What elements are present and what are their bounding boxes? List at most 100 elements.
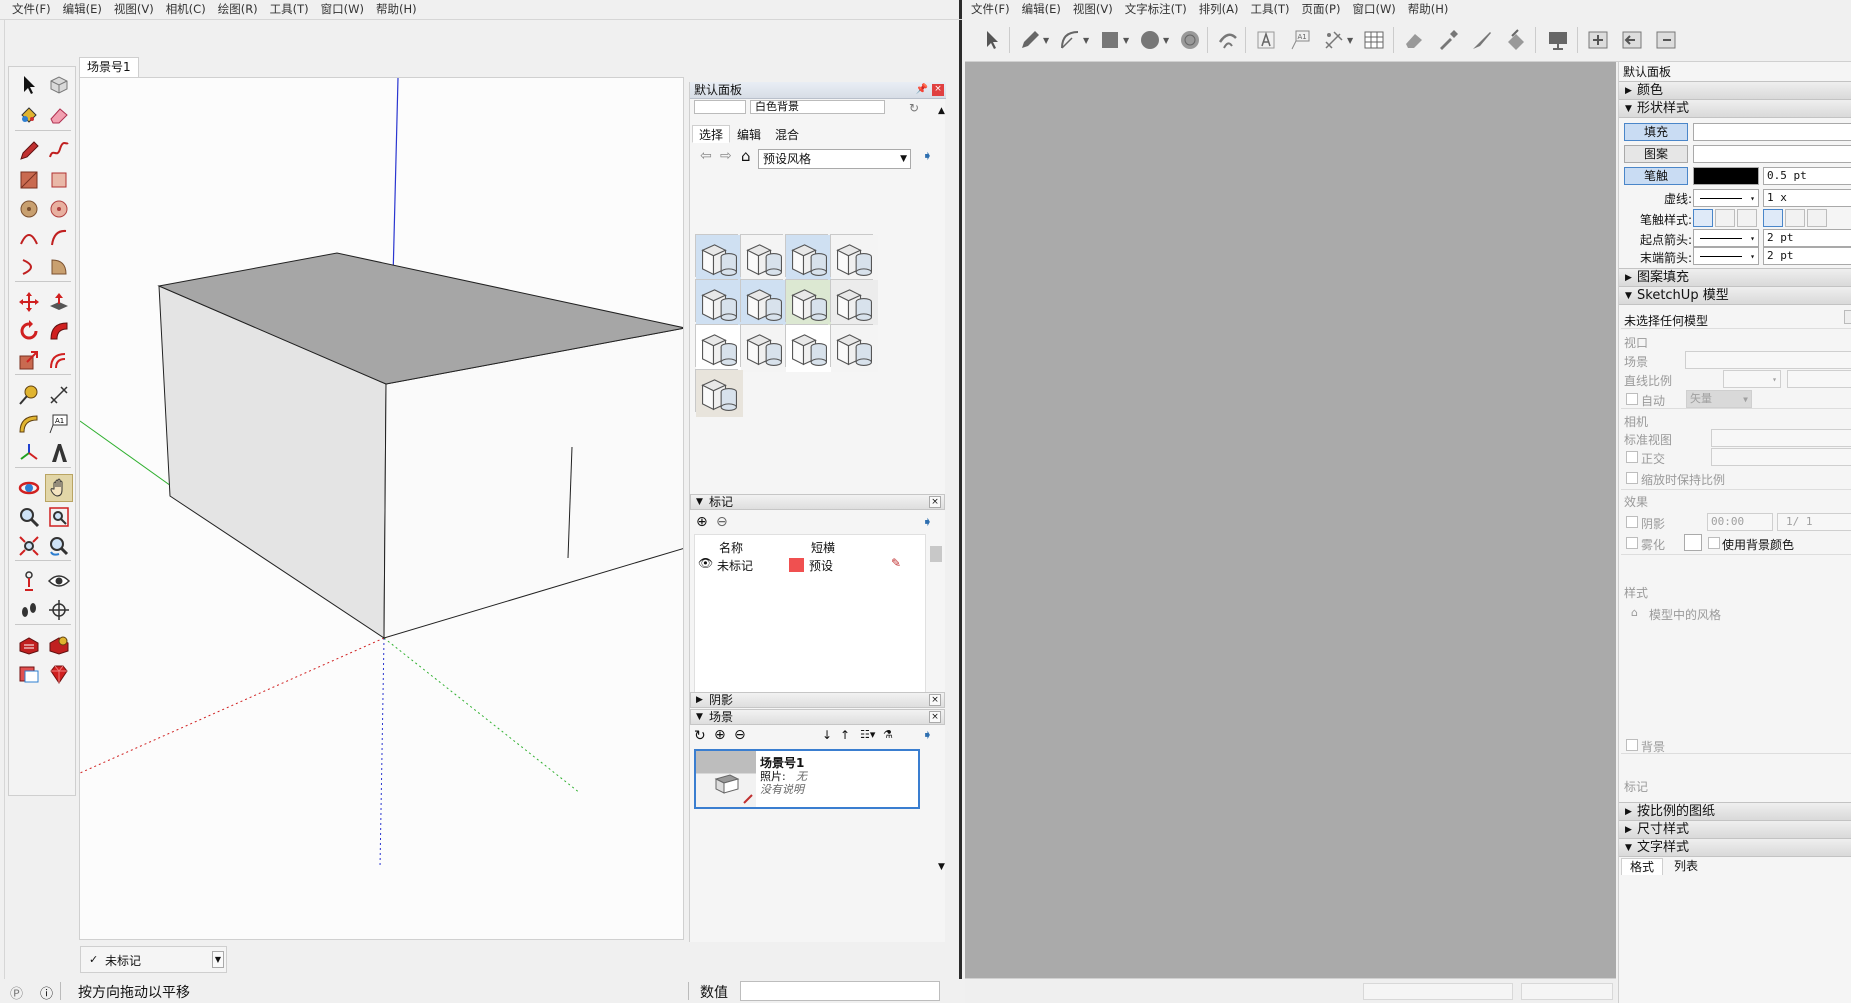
style-thumbnail[interactable] (830, 279, 878, 327)
polygon-tool-button[interactable] (1177, 27, 1203, 53)
tab-format[interactable]: 格式 (1621, 858, 1663, 875)
menu-window[interactable]: 窗口(W) (1346, 1, 1401, 17)
use-bg-color-checkbox[interactable] (1708, 537, 1720, 549)
label-tool-button[interactable]: A1 (1287, 27, 1313, 53)
cap-style-square-button[interactable] (1737, 209, 1757, 227)
scale-select[interactable] (1711, 448, 1851, 466)
scene-item[interactable]: 场景号1 照片: 无 没有说明 (694, 749, 920, 809)
start-arrow-size-field[interactable]: 2 pt (1763, 229, 1851, 247)
shadows-checkbox[interactable] (1626, 516, 1638, 528)
offset-tool-button[interactable] (1215, 27, 1241, 53)
standard-view-select[interactable] (1711, 429, 1851, 447)
previous-page-button[interactable] (1619, 27, 1645, 53)
home-icon[interactable]: ⌂ (741, 147, 751, 165)
section-plane-button[interactable] (45, 596, 73, 624)
end-arrow-select[interactable]: ▾ (1693, 247, 1759, 265)
style-name-field[interactable]: 白色背景 (750, 100, 885, 114)
fog-color-well[interactable] (1684, 534, 1702, 551)
menu-help[interactable]: 帮助(H) (370, 1, 423, 17)
tab-select[interactable]: 选择 (692, 125, 731, 143)
style-thumbnail[interactable] (695, 279, 743, 327)
join-style-bevel-button[interactable] (1807, 209, 1827, 227)
end-arrow-size-field[interactable]: 2 pt (1763, 247, 1851, 265)
details-arrow-icon[interactable]: ➧ (922, 515, 933, 530)
pan-tool-button[interactable] (45, 474, 73, 502)
rotated-rectangle-button[interactable] (45, 166, 73, 194)
details-arrow-icon[interactable]: ➧ (922, 149, 933, 164)
push-pull-button[interactable] (45, 288, 73, 316)
move-tool-button[interactable] (15, 288, 43, 316)
chevron-down-icon[interactable]: ▼ (1123, 36, 1129, 45)
shadow-time-field[interactable]: 00:00 (1707, 513, 1773, 531)
menu-text[interactable]: 文字标注(T) (1119, 1, 1193, 17)
style-thumbnail[interactable] (740, 234, 788, 282)
select-tool-button[interactable] (15, 71, 43, 99)
chevron-down-icon[interactable]: ▼ (1347, 36, 1353, 45)
shadows-section-header[interactable]: ▶ 阴影 × (690, 692, 945, 708)
add-page-button[interactable] (1585, 27, 1611, 53)
freehand-tool-button[interactable] (45, 137, 73, 165)
measurements-input[interactable] (740, 981, 940, 1001)
tab-lists[interactable]: 列表 (1665, 858, 1707, 875)
table-tool-button[interactable] (1361, 27, 1387, 53)
tag-row[interactable]: 👁 未标记 预设 ✎ (695, 555, 927, 575)
style-thumbnail[interactable] (695, 324, 743, 372)
style-thumbnail[interactable] (695, 234, 743, 282)
fill-color-well[interactable] (1693, 123, 1851, 141)
protractor-button[interactable] (15, 410, 43, 438)
add-scene-icon[interactable]: ⊕ (714, 727, 726, 743)
presentation-button[interactable] (1545, 27, 1571, 53)
sketchup-model-section-header[interactable]: ▼ SketchUp 模型 (1619, 286, 1851, 305)
menu-edit[interactable]: 编辑(E) (1016, 1, 1067, 17)
visibility-eye-icon[interactable]: 👁 (698, 556, 713, 570)
stroke-color-well[interactable] (1693, 167, 1759, 185)
chevron-down-icon[interactable]: ▼ (1043, 36, 1049, 45)
stroke-width-field[interactable]: 0.5 pt (1763, 167, 1851, 185)
menu-arrange[interactable]: 排列(A) (1193, 1, 1245, 17)
scroll-up-icon[interactable]: ▲ (938, 106, 945, 116)
style-thumbnail[interactable] (785, 279, 833, 327)
line-scale-select[interactable]: ▾ (1723, 370, 1781, 388)
circle-tool-button[interactable] (15, 195, 43, 223)
cap-style-round-button[interactable] (1715, 209, 1735, 227)
zoom-extents-button[interactable] (15, 532, 43, 560)
rectangle-tool-button[interactable] (1097, 27, 1123, 53)
two-point-arc-button[interactable] (45, 224, 73, 252)
update-style-icon[interactable]: ↻ (909, 101, 919, 115)
orbit-tool-button[interactable] (15, 474, 43, 502)
shadow-date-field[interactable]: 1/ 1 (1777, 513, 1851, 531)
three-point-arc-button[interactable] (15, 253, 43, 281)
style-collection-select[interactable]: 预设风格 ▼ (758, 149, 911, 169)
move-scene-down-icon[interactable]: ↓ (822, 728, 832, 742)
layout-document-canvas[interactable] (965, 62, 1616, 978)
pencil-icon[interactable]: ✎ (891, 556, 901, 570)
drawing-viewport[interactable] (79, 77, 684, 940)
panel-scrollbar-thumb[interactable] (930, 546, 942, 562)
active-tag-value[interactable]: 未标记 (105, 952, 141, 969)
menu-tools[interactable]: 工具(T) (264, 1, 315, 17)
colors-section-header[interactable]: ▶ 颜色 (1619, 81, 1851, 100)
style-thumbnail[interactable] (740, 324, 788, 372)
walk-tool-button[interactable] (15, 596, 43, 624)
eraser-button[interactable] (1401, 27, 1427, 53)
dash-scale-field[interactable]: 1 x (1763, 189, 1851, 207)
follow-me-button[interactable] (45, 317, 73, 345)
back-arrow-icon[interactable]: ⇦ (700, 148, 712, 164)
fog-checkbox[interactable] (1626, 537, 1638, 549)
pie-tool-button[interactable] (45, 253, 73, 281)
scene-select[interactable] (1685, 351, 1851, 369)
background-checkbox[interactable] (1626, 739, 1638, 751)
scaled-drawing-section-header[interactable]: ▶ 按比例的图纸 (1619, 802, 1851, 821)
arc-tool-button[interactable] (1057, 27, 1083, 53)
update-scene-icon[interactable]: ↻ (694, 728, 706, 744)
look-around-button[interactable] (45, 567, 73, 595)
style-tool-button[interactable] (1435, 27, 1461, 53)
menu-edit[interactable]: 编辑(E) (57, 1, 108, 17)
keep-ratio-checkbox[interactable] (1626, 472, 1638, 484)
chevron-down-icon[interactable]: ▼ (1163, 36, 1169, 45)
style-thumbnail[interactable] (785, 324, 833, 372)
scenes-section-header[interactable]: ▼ 场景 × (690, 709, 945, 725)
dimension-tool-button[interactable] (1321, 27, 1347, 53)
dash-select[interactable]: ▾ (1693, 189, 1759, 207)
model-options-button[interactable] (1844, 310, 1851, 324)
